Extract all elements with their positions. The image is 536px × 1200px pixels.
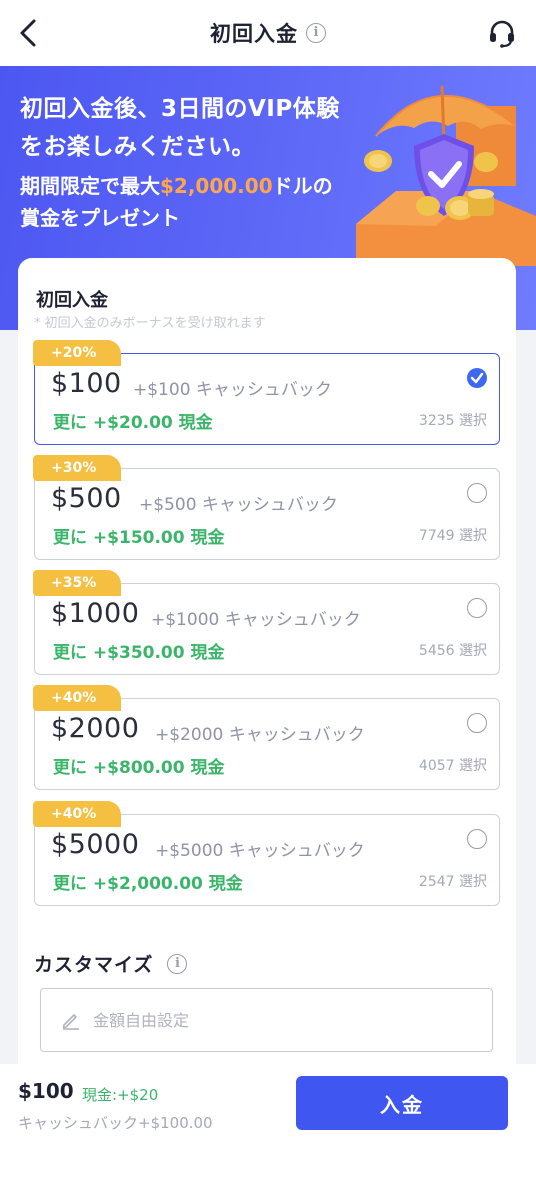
option-select-count: 7749 選択 (418, 528, 487, 544)
banner-prefix: 期間限定で最大 (20, 174, 160, 198)
first-deposit-page: 初回入金 i 初回入金後、3日間のVIP体験 をお楽しみください。 期間限定で最… (0, 0, 536, 1200)
option-cashback: +$500 キャッシュバック (139, 495, 338, 515)
option-select-count: 4057 選択 (418, 758, 487, 774)
option-select-count: 3235 選択 (418, 413, 487, 429)
bonus-percent-badge: +40% (33, 685, 121, 711)
section-title: 初回入金 (36, 290, 108, 311)
option-cash-bonus: 更に +$800.00 現金 (53, 758, 225, 778)
info-icon[interactable]: i (167, 953, 188, 974)
deposit-options-card: 初回入金 * 初回入金のみボーナスを受け取れます +20% $100 +$100… (18, 258, 516, 1078)
radio-unchecked-icon[interactable] (467, 713, 487, 733)
option-cash-bonus: 更に +$350.00 現金 (53, 643, 225, 663)
bonus-note: * 初回入金のみボーナスを受け取れます (34, 316, 266, 331)
bonus-percent-badge: +20% (33, 340, 121, 366)
customer-support-button[interactable] (482, 13, 522, 53)
deposit-option-100[interactable]: +20% $100 +$100 キャッシュバック 更に +$20.00 現金 3… (33, 340, 500, 445)
deposit-option-500[interactable]: +30% $500 +$500 キャッシュバック 更に +$150.00 現金 … (33, 455, 500, 560)
custom-amount-field[interactable] (40, 988, 493, 1052)
headset-icon (490, 20, 514, 48)
bonus-percent-badge: +30% (33, 455, 121, 481)
option-amount: $2000 (51, 713, 140, 744)
deposit-option-1000[interactable]: +35% $1000 +$1000 キャッシュバック 更に +$350.00 現… (33, 570, 500, 675)
top-nav-bar: 初回入金 i (0, 0, 536, 66)
selected-cash-bonus: 現金:+$20 (82, 1086, 159, 1104)
pencil-icon (62, 1014, 79, 1030)
bonus-percent-badge: +35% (33, 570, 121, 596)
option-select-count: 5456 選択 (418, 643, 487, 659)
banner-suffix: ドルの (272, 174, 333, 198)
option-cash-bonus: 更に +$20.00 現金 (53, 413, 213, 433)
option-cashback: +$1000 キャッシュバック (151, 610, 361, 630)
option-amount: $100 (51, 368, 122, 399)
option-cashback: +$2000 キャッシュバック (155, 725, 365, 745)
title-group: 初回入金 i (210, 18, 326, 48)
bottom-summary-bar: $100 現金:+$20 キャッシュバック+$100.00 入金 (0, 1064, 536, 1200)
info-icon[interactable]: i (306, 23, 326, 43)
radio-checked-icon[interactable] (467, 368, 487, 388)
option-cashback: +$5000 キャッシュバック (155, 841, 365, 861)
custom-amount-title: カスタマイズ (34, 954, 154, 976)
banner-max-amount: $2,000.00 (160, 174, 273, 198)
page-title: 初回入金 (210, 22, 298, 46)
option-cash-bonus: 更に +$2,000.00 現金 (53, 874, 243, 894)
vip-shield-illustration (356, 85, 536, 266)
deposit-button[interactable]: 入金 (296, 1076, 508, 1130)
banner-text: 初回入金後、3日間のVIP体験 をお楽しみください。 期間限定で最大$2,000… (20, 90, 340, 234)
deposit-option-2000[interactable]: +40% $2000 +$2000 キャッシュバック 更に +$800.00 現… (33, 685, 500, 790)
option-amount: $500 (51, 483, 122, 514)
deposit-option-5000[interactable]: +40% $5000 +$5000 キャッシュバック 更に +$2,000.00… (33, 801, 500, 906)
selected-cashback: キャッシュバック+$100.00 (18, 1114, 213, 1132)
option-select-count: 2547 選択 (418, 874, 487, 890)
banner-subline-2: 賞金をプレゼント (20, 206, 180, 230)
banner-headline-1: 初回入金後、3日間のVIP体験 (20, 96, 340, 122)
option-cashback: +$100 キャッシュバック (133, 380, 332, 400)
selected-amount: $100 (18, 1079, 74, 1103)
banner-headline-2: をお楽しみください。 (20, 134, 255, 160)
bonus-percent-badge: +40% (33, 801, 121, 827)
custom-amount-header: カスタマイズ i (34, 950, 188, 977)
chevron-left-icon (20, 19, 36, 47)
back-button[interactable] (8, 13, 48, 53)
banner-subline-1: 期間限定で最大$2,000.00ドルの (20, 170, 340, 202)
option-amount: $5000 (51, 829, 140, 860)
custom-amount-input[interactable] (93, 1010, 433, 1030)
option-cash-bonus: 更に +$150.00 現金 (53, 528, 225, 548)
radio-unchecked-icon[interactable] (467, 829, 487, 849)
option-amount: $1000 (51, 598, 140, 629)
radio-unchecked-icon[interactable] (467, 483, 487, 503)
radio-unchecked-icon[interactable] (467, 598, 487, 618)
